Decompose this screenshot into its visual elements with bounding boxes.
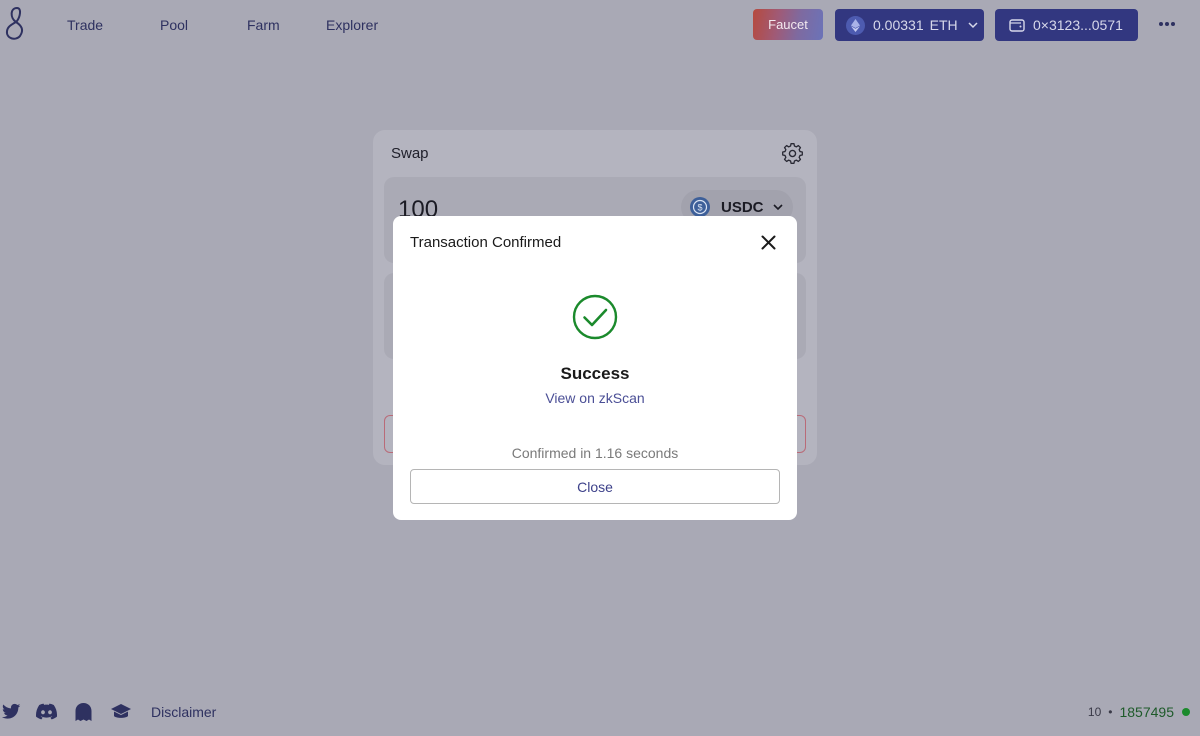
token-label: USDC: [721, 198, 764, 216]
eth-balance-button[interactable]: 0.00331 ETH: [835, 9, 984, 41]
nav-farm[interactable]: Farm: [247, 17, 280, 33]
view-on-zkscan-link[interactable]: View on zkScan: [393, 390, 797, 406]
docs-icon[interactable]: [110, 703, 132, 721]
nav-pool[interactable]: Pool: [160, 17, 188, 33]
transaction-modal: Transaction Confirmed Success View on zk…: [393, 216, 797, 520]
twitter-icon[interactable]: [2, 703, 21, 720]
logo-icon[interactable]: [2, 5, 28, 41]
discord-icon[interactable]: [36, 703, 57, 720]
gas-value: 10: [1087, 705, 1102, 719]
eth-icon: [846, 15, 865, 35]
faucet-button[interactable]: Faucet: [753, 9, 823, 40]
gear-icon[interactable]: [782, 143, 803, 164]
close-button[interactable]: Close: [410, 469, 780, 504]
wallet-address: 0×3123...0571: [1033, 17, 1123, 33]
chevron-down-icon: [772, 204, 783, 211]
confirmation-time: Confirmed in 1.16 seconds: [511, 445, 679, 461]
more-icon[interactable]: [1157, 17, 1177, 31]
close-icon[interactable]: [761, 235, 776, 250]
status-dot: [1182, 708, 1190, 716]
nav-trade[interactable]: Trade: [67, 17, 103, 33]
svg-text:$: $: [697, 203, 702, 213]
success-status: Success: [560, 364, 630, 383]
wallet-icon: [1009, 19, 1025, 32]
top-bar: Trade Pool Farm Explorer Faucet 0.00331 …: [0, 0, 1200, 50]
eth-balance-value: 0.00331: [873, 17, 924, 33]
usdc-icon: $: [690, 197, 710, 217]
wallet-address-button[interactable]: 0×3123...0571: [995, 9, 1138, 41]
eth-unit: ETH: [929, 17, 958, 33]
block-number[interactable]: 1857495: [1119, 704, 1174, 720]
disclaimer-link[interactable]: Disclaimer: [151, 704, 216, 720]
network-status: 10 • 1857495: [1088, 704, 1190, 720]
check-circle-icon: [572, 294, 618, 340]
separator: •: [1108, 705, 1113, 719]
nav-explorer[interactable]: Explorer: [326, 17, 378, 33]
modal-title: Transaction Confirmed: [410, 234, 562, 251]
chevron-down-icon: [968, 22, 978, 29]
swap-title: Swap: [391, 145, 429, 162]
ghost-icon[interactable]: [75, 703, 92, 721]
